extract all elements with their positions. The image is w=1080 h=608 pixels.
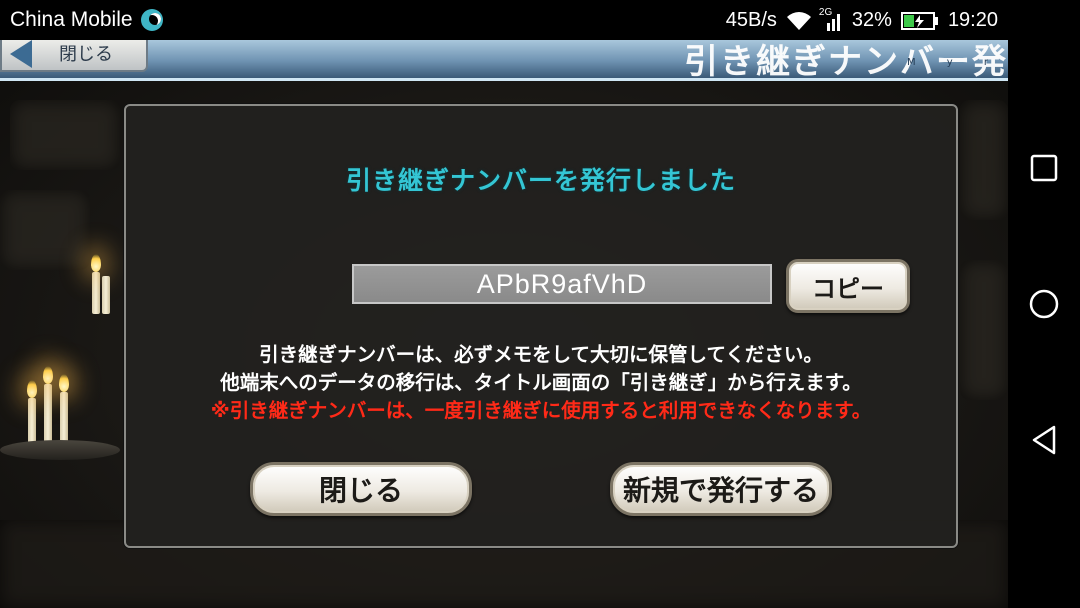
- home-icon: [1029, 289, 1059, 319]
- status-left: China Mobile: [10, 8, 163, 32]
- notice-line-1: 引き継ぎナンバーは、必ずメモをして大切に保管してください。: [259, 343, 823, 366]
- warning-line: ※引き継ぎナンバーは、一度引き継ぎに使用すると利用できなくなります。: [210, 399, 872, 422]
- wifi-icon: [786, 11, 811, 30]
- wall-stone: [960, 260, 1008, 400]
- candle: [102, 276, 110, 314]
- transfer-code-dialog: 引き継ぎナンバーを発行しました APbR9afVhD コピー 引き継ぎナンバーは…: [124, 104, 958, 548]
- net-speed: 45B/s: [725, 9, 777, 31]
- close-button[interactable]: 閉じる: [250, 462, 472, 516]
- transfer-code-field[interactable]: APbR9afVhD: [352, 264, 772, 304]
- candle: [44, 384, 52, 446]
- game-area: 引き継ぎナンバー発 M y r 閉じる 引き継ぎナンバーを発行しました APbR…: [0, 40, 1008, 608]
- candle: [60, 392, 68, 446]
- candle-flame: [27, 380, 37, 398]
- header-back-label: 閉じる: [59, 44, 113, 65]
- wall-stone: [10, 100, 120, 170]
- battery-charging-icon: [900, 11, 938, 30]
- header-subtitle: M y r: [906, 57, 1002, 68]
- candle: [92, 272, 100, 314]
- candle: [28, 398, 36, 446]
- android-nav-bar: [1008, 40, 1080, 608]
- clock: 19:20: [947, 9, 998, 31]
- moon-icon: [140, 9, 163, 31]
- reissue-button[interactable]: 新規で発行する: [610, 462, 832, 516]
- notice-line-2: 他端末へのデータの移行は、タイトル画面の「引き継ぎ」から行えます。: [220, 371, 862, 394]
- home-button[interactable]: [1026, 286, 1062, 322]
- candle-table: [0, 440, 120, 460]
- candle-flame: [59, 374, 69, 392]
- header-back-button[interactable]: 閉じる: [0, 40, 148, 72]
- signal-icon: 2G: [819, 7, 843, 31]
- recent-apps-icon: [1030, 154, 1058, 182]
- wall-stone: [0, 190, 90, 270]
- back-button[interactable]: [1026, 422, 1062, 458]
- copy-button[interactable]: コピー: [786, 259, 910, 313]
- candle-flame: [91, 254, 101, 272]
- status-bar: China Mobile 45B/s 2G 32% 19:20: [0, 0, 1080, 40]
- status-right: 45B/s 2G 32% 19:20: [725, 7, 998, 32]
- battery-percent: 32%: [851, 9, 892, 31]
- network-type: 2G: [818, 6, 833, 18]
- carrier-label: China Mobile: [10, 8, 133, 31]
- back-icon: [1032, 425, 1056, 455]
- wall-stone: [960, 100, 1008, 220]
- recent-apps-button[interactable]: [1026, 150, 1062, 186]
- dialog-title: 引き継ぎナンバーを発行しました: [345, 166, 736, 195]
- header-banner: 引き継ぎナンバー発 M y r 閉じる: [0, 40, 1008, 82]
- candle-flame: [43, 366, 53, 384]
